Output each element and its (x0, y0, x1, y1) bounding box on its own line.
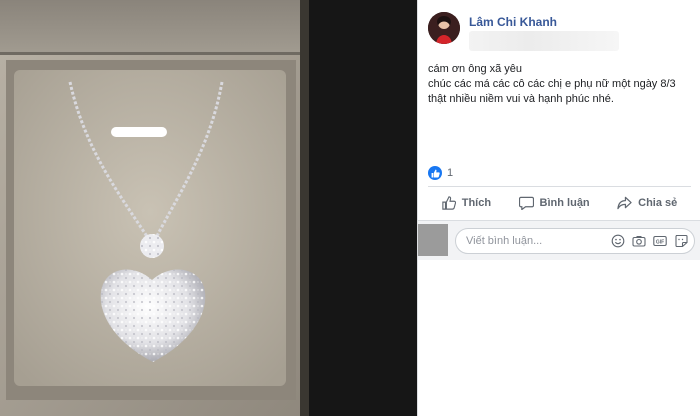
post-text-line: cám ơn ông xã yêu (428, 63, 523, 75)
comment-label: Bình luận (539, 197, 590, 209)
viewer-avatar (418, 224, 448, 256)
post-panel: Lâm Chi Khanh cám ơn ông xã yêu chúc các… (417, 0, 700, 416)
like-icon (428, 166, 442, 180)
svg-text:GIF: GIF (656, 239, 664, 245)
viewer-backdrop (309, 0, 417, 416)
comment-tools: GIF (611, 234, 688, 248)
necklace-photo-image (0, 0, 309, 416)
sticker-icon[interactable] (674, 234, 688, 248)
post-actions: Thích Bình luận Chia sẻ (428, 188, 691, 218)
like-label: Thích (461, 197, 492, 209)
post-header: Lâm Chi Khanh (418, 0, 700, 51)
camera-icon[interactable] (632, 234, 646, 248)
comment-composer: Viết bình luận... GIF (418, 220, 700, 260)
comment-button[interactable]: Bình luận (513, 192, 596, 214)
viewer-frame: Lâm Chi Khanh cám ơn ông xã yêu chúc các… (0, 0, 700, 416)
divider (428, 186, 691, 187)
reaction-count: 1 (447, 167, 454, 179)
reaction-summary[interactable]: 1 (428, 165, 453, 181)
emoji-icon[interactable] (611, 234, 625, 248)
post-text: cám ơn ông xã yêu chúc các má các cô các… (428, 62, 693, 107)
post-text-line: thật nhiều niềm vui và hạnh phúc nhé. (428, 93, 614, 105)
comment-icon (518, 196, 534, 210)
share-arrow-icon (617, 196, 632, 210)
comment-input[interactable]: Viết bình luận... GIF (455, 228, 695, 254)
share-button[interactable]: Chia sẻ (611, 192, 683, 214)
post-photo[interactable] (0, 0, 309, 416)
post-text-line: chúc các má các cô các chị e phụ nữ một … (428, 78, 676, 90)
author-name[interactable]: Lâm Chi Khanh (469, 15, 557, 29)
author-avatar[interactable] (428, 12, 460, 44)
like-button[interactable]: Thích (436, 192, 497, 214)
comment-placeholder: Viết bình luận... (466, 235, 543, 247)
thumbs-up-icon (442, 196, 456, 210)
avatar-image (428, 12, 460, 44)
timestamp-redacted (469, 31, 619, 51)
share-label: Chia sẻ (638, 197, 678, 209)
gif-icon[interactable]: GIF (653, 234, 667, 248)
